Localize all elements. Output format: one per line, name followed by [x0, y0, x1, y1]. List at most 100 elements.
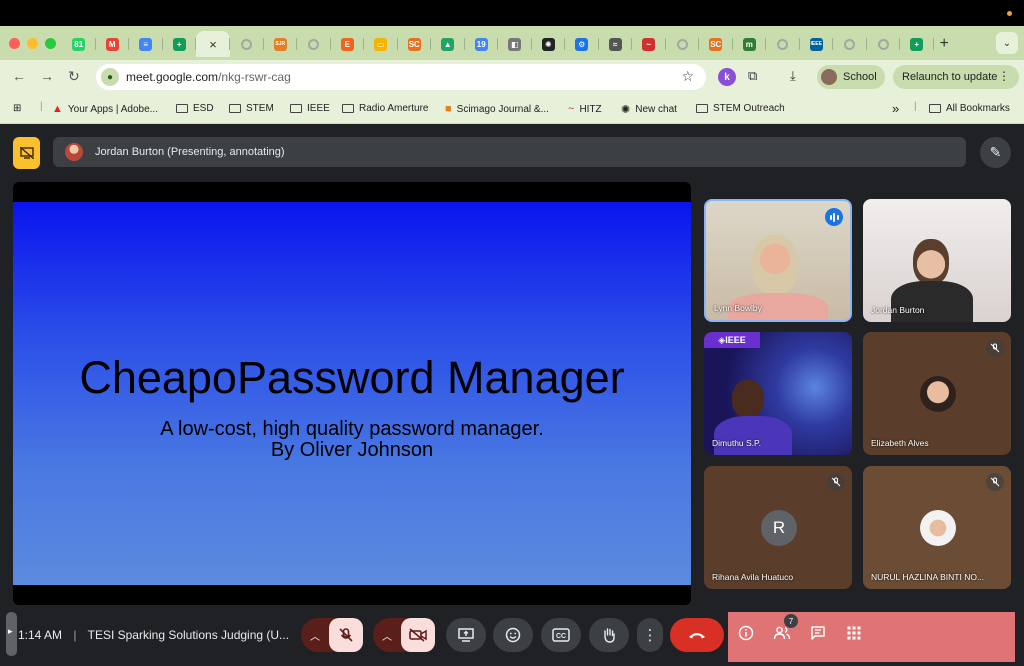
mic-off-icon [986, 339, 1004, 357]
browser-tab[interactable]: SC [398, 31, 432, 57]
more-vert-icon[interactable]: ⋮ [998, 69, 1010, 83]
participant-video [752, 235, 798, 295]
chat-button[interactable] [807, 622, 829, 644]
browser-tab[interactable]: ✺ [532, 31, 566, 57]
relaunch-button[interactable]: Relaunch to update ⋮ [893, 65, 1019, 89]
participant-tile[interactable]: ◈IEEE Dimuthu S.P. [704, 332, 852, 455]
bookmark-label: Radio Amerture [359, 103, 429, 114]
sc-icon: SC [709, 37, 723, 51]
participant-tile[interactable]: NURUL HAZLINA BINTI NO... [863, 466, 1011, 589]
bookmark-item[interactable]: ~ HITZ [568, 103, 602, 115]
present-off-icon [19, 147, 34, 159]
back-button[interactable]: ← [12, 68, 26, 84]
pen-icon: ✎ [989, 144, 1002, 160]
meet-window: Jordan Burton (Presenting, annotating) ✎… [0, 124, 1024, 666]
minimize-window-button[interactable] [27, 38, 38, 49]
apps-grid-icon[interactable]: ⊞ [13, 103, 21, 114]
avatar [920, 376, 956, 412]
side-panel-handle[interactable] [6, 612, 17, 656]
bookmarks-bar: ⊞ | ▲ Your Apps | Adobe... ESD STEM IEEE Radi… [0, 94, 1024, 124]
browser-tab[interactable]: ⚙ [565, 31, 599, 57]
presentation-frame: CheapoPassword Manager A low-cost, high … [13, 182, 691, 605]
url-host: meet.google.com [126, 70, 219, 84]
meeting-details-button[interactable] [735, 622, 757, 644]
address-bar[interactable]: ● meet.google.com/nkg-rswr-cag ☆ [96, 64, 706, 90]
browser-tab[interactable]: ≈ [599, 31, 633, 57]
active-tab[interactable]: × [196, 31, 230, 57]
browser-tab[interactable]: m [733, 31, 767, 57]
close-window-button[interactable] [9, 38, 20, 49]
forward-button[interactable]: → [40, 68, 54, 84]
bookmark-item[interactable]: ■ Scimago Journal &... [445, 103, 549, 115]
browser-tab[interactable]: SJR [264, 31, 298, 57]
bookmark-label: ESD [193, 103, 214, 114]
folder-icon [229, 104, 241, 113]
browser-tab[interactable]: SC [699, 31, 733, 57]
bookmark-star-icon[interactable]: ☆ [681, 68, 694, 85]
bookmark-item[interactable]: Radio Amerture [342, 103, 428, 114]
participant-tile[interactable]: Jordan Burton [863, 199, 1011, 322]
browser-tab[interactable] [867, 31, 901, 57]
browser-tab[interactable]: ~ [632, 31, 666, 57]
bookmark-item[interactable]: STEM Outreach [696, 103, 785, 114]
globe-icon [877, 38, 889, 50]
participant-count-badge: 7 [784, 614, 798, 628]
bookmark-item[interactable]: ESD [176, 103, 214, 114]
leave-call-button[interactable] [670, 618, 724, 652]
browser-tab[interactable] [297, 31, 331, 57]
browser-tab[interactable]: ▲ [431, 31, 465, 57]
browser-tab[interactable]: 19 [465, 31, 499, 57]
present-now-button[interactable] [446, 618, 486, 652]
browser-tab[interactable] [766, 31, 800, 57]
browser-tab[interactable]: ◧ [498, 31, 532, 57]
microphone-icon[interactable]: ● [101, 68, 119, 86]
participant-tile[interactable]: R Rihana Avila Huatuco [704, 466, 852, 589]
browser-tab[interactable]: IEEE [800, 31, 834, 57]
browser-tab[interactable]: 81 [62, 31, 96, 57]
browser-tab[interactable]: E [331, 31, 365, 57]
extensions-puzzle-icon[interactable]: ⧉ [748, 68, 757, 84]
participant-tile[interactable]: Elizabeth Alves [863, 332, 1011, 455]
maximize-window-button[interactable] [45, 38, 56, 49]
people-button[interactable]: 7 [771, 614, 798, 644]
more-options-button[interactable]: ⋮ [637, 618, 663, 652]
toggle-camera-button[interactable] [401, 618, 435, 652]
mic-options-chevron-up-icon[interactable]: ︿ [301, 628, 329, 643]
bookmark-item[interactable]: IEEE [290, 103, 330, 114]
browser-tab[interactable] [833, 31, 867, 57]
browser-tab[interactable]: ≡ [129, 31, 163, 57]
close-icon[interactable]: × [207, 37, 220, 52]
bookmark-label: STEM Outreach [713, 103, 785, 114]
raise-hand-button[interactable] [589, 618, 629, 652]
url-text[interactable]: meet.google.com/nkg-rswr-cag [126, 70, 291, 84]
toggle-microphone-button[interactable] [329, 618, 363, 652]
captions-button[interactable]: CC [541, 618, 581, 652]
bookmark-item[interactable]: ✺ New chat [621, 103, 677, 116]
bookmarks-overflow-button[interactable]: » [892, 101, 899, 116]
gear-icon: ⚙ [575, 37, 589, 51]
hitz-icon: ~ [642, 37, 656, 51]
reload-button[interactable]: ↻ [68, 68, 80, 85]
download-icon[interactable]: ⤓ [790, 68, 796, 84]
all-bookmarks-button[interactable]: All Bookmarks [929, 103, 1010, 114]
bookmark-item[interactable]: ▲ Your Apps | Adobe... [52, 103, 158, 115]
slide-author-line: By Oliver Johnson [270, 439, 434, 461]
reactions-button[interactable] [493, 618, 533, 652]
browser-tab[interactable]: ▭ [364, 31, 398, 57]
stop-presenting-button[interactable] [13, 137, 40, 169]
browser-tab[interactable] [230, 31, 264, 57]
activities-button[interactable] [843, 622, 865, 644]
browser-tab[interactable]: M [96, 31, 130, 57]
camera-options-chevron-up-icon[interactable]: ︿ [373, 628, 401, 643]
kami-extension-icon[interactable]: k [718, 68, 736, 86]
browser-tab[interactable]: + [163, 31, 197, 57]
tab-search-button[interactable]: ⌄ [996, 32, 1018, 54]
participant-tile[interactable]: Lynn Bowlby [704, 199, 852, 322]
annotate-pen-button[interactable]: ✎ [980, 137, 1011, 168]
bookmark-item[interactable]: STEM [229, 103, 274, 114]
browser-tab[interactable]: + [900, 31, 934, 57]
url-path: /nkg-rswr-cag [218, 70, 291, 84]
profile-button[interactable]: School [817, 65, 885, 89]
new-tab-button[interactable]: + [940, 35, 949, 53]
browser-tab[interactable] [666, 31, 700, 57]
